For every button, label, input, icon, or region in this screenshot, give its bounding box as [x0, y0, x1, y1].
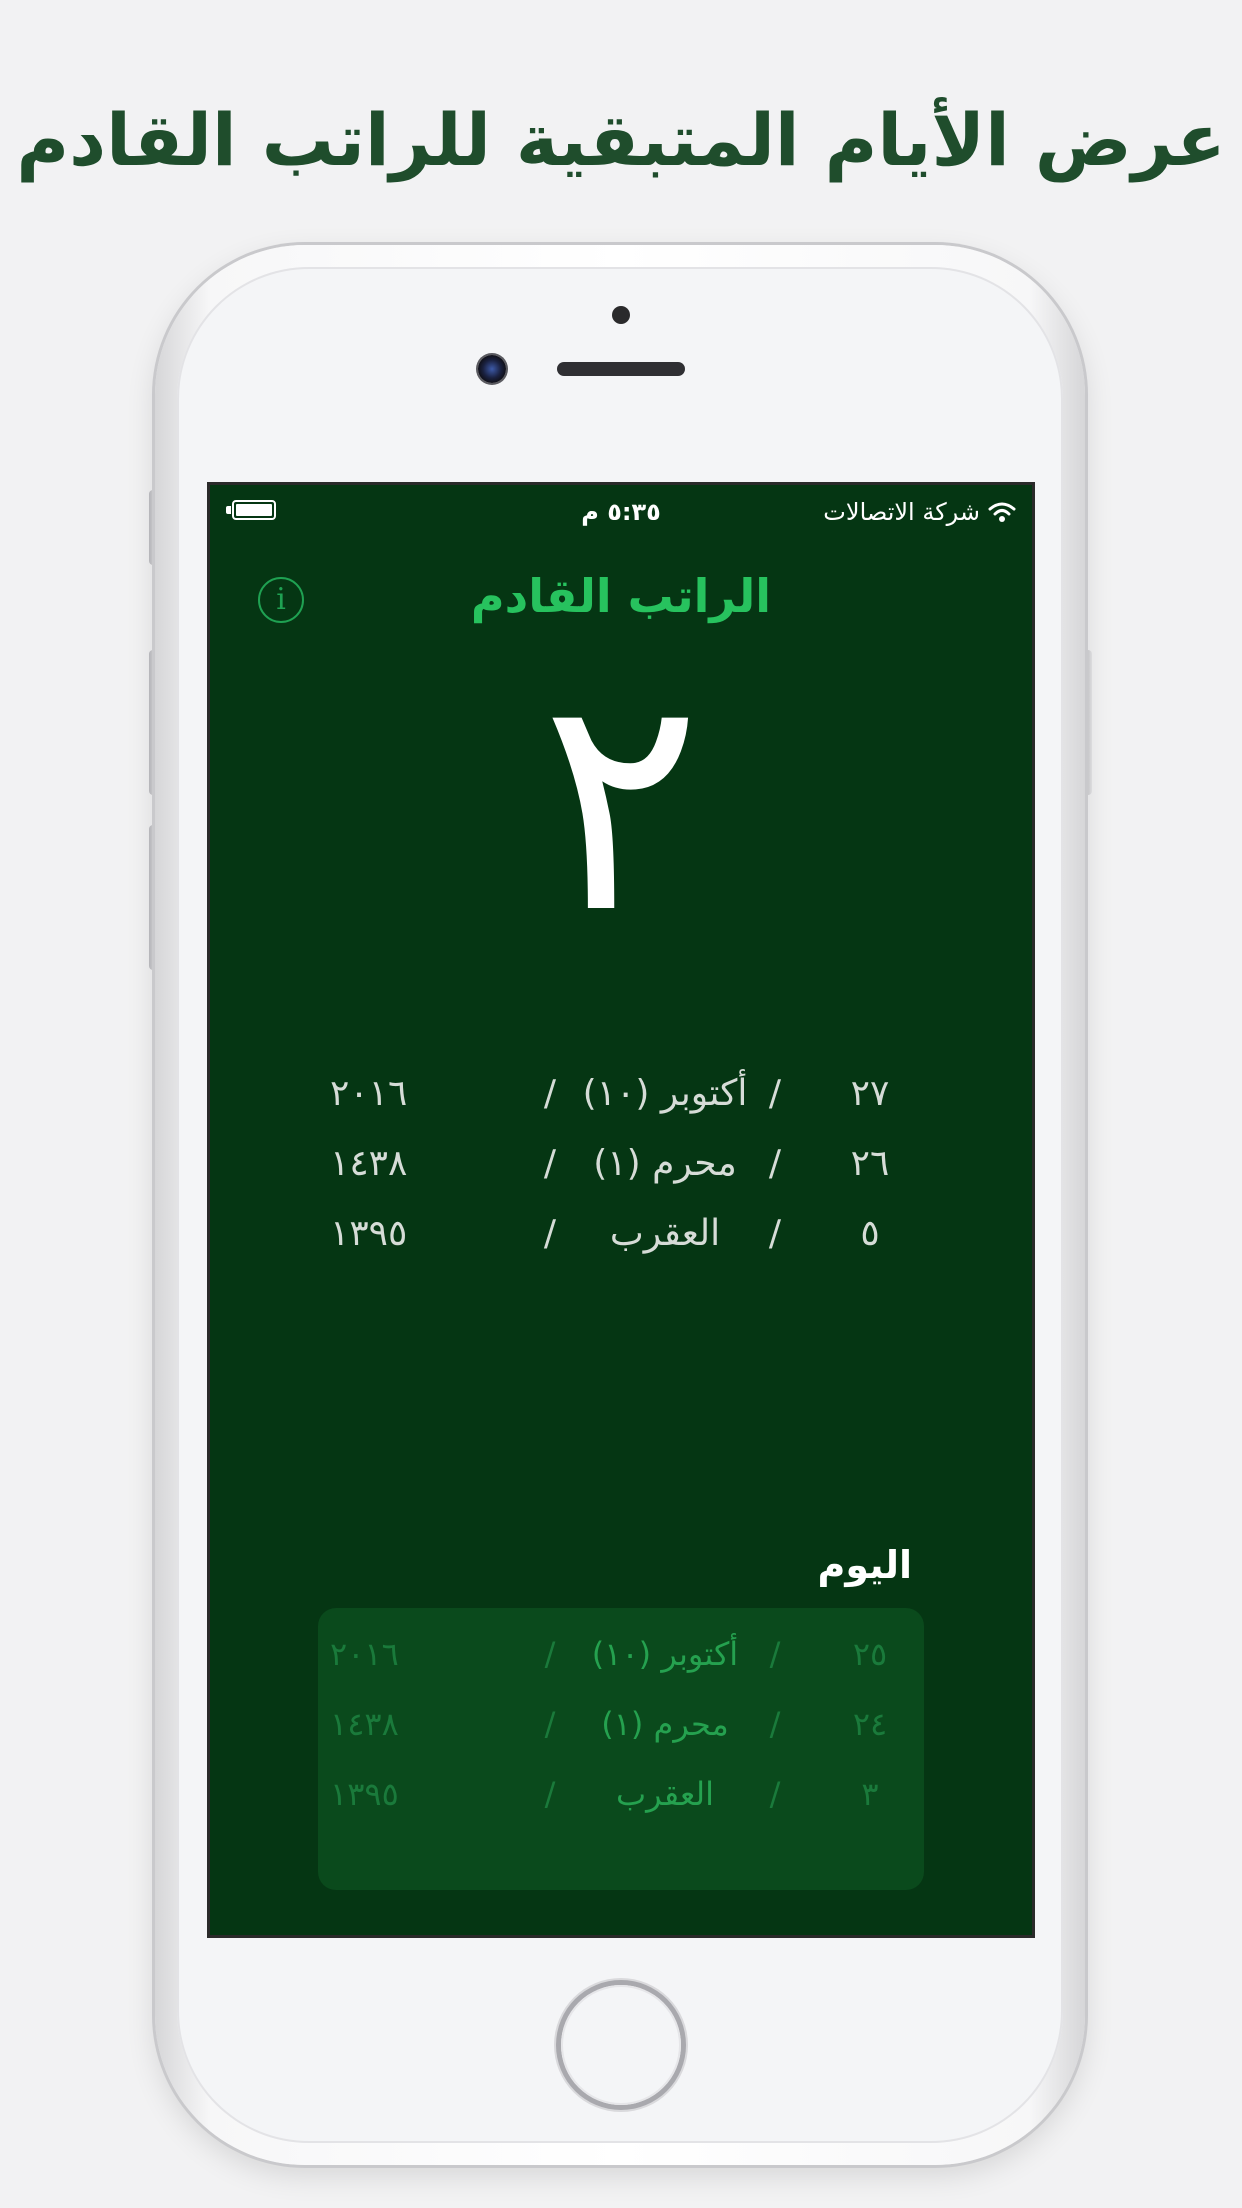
- year-value: ١٤٣٨: [330, 1143, 408, 1184]
- gregorian-row: ٢٠١٦ / أكتوبر (١٠) / ٢٥: [330, 1635, 930, 1705]
- status-time: ٥:٣٥ م: [581, 498, 661, 526]
- month-value: محرم (١): [601, 1705, 729, 1743]
- hijri-row: ١٤٣٨ / محرم (١) / ٢٦: [330, 1143, 930, 1213]
- power-button: [1084, 650, 1092, 795]
- day-value: ٢٧: [850, 1073, 890, 1114]
- promo-headline: عرض الأيام المتبقية للراتب القادم: [16, 98, 1226, 182]
- month-value: محرم (١): [593, 1143, 737, 1184]
- date-separator: /: [768, 1213, 782, 1254]
- day-value: ٢٦: [850, 1143, 890, 1184]
- year-value: ١٤٣٨: [330, 1705, 399, 1743]
- year-value: ١٣٩٥: [330, 1775, 399, 1813]
- day-value: ٢٥: [852, 1635, 888, 1673]
- month-value: أكتوبر (١٠): [591, 1635, 739, 1673]
- year-value: ٢٠١٦: [330, 1635, 399, 1673]
- next-payday-dates: ٢٠١٦ / أكتوبر (١٠) / ٢٧ ١٤٣٨ / محرم (١) …: [330, 1073, 930, 1283]
- wifi-icon: [988, 502, 1016, 522]
- hijri-row: ١٤٣٨ / محرم (١) / ٢٤: [330, 1705, 930, 1775]
- year-value: ٢٠١٦: [330, 1073, 408, 1114]
- solar-hijri-row: ١٣٩٥ / العقرب / ٣: [330, 1775, 930, 1845]
- day-value: ٣: [861, 1775, 879, 1813]
- days-remaining: ٢: [540, 630, 702, 979]
- battery-tip: [226, 506, 231, 514]
- month-value: العقرب: [609, 1213, 721, 1254]
- date-separator: /: [768, 1143, 782, 1184]
- front-camera: [478, 355, 506, 383]
- month-value: أكتوبر (١٠): [582, 1073, 748, 1114]
- today-dates: ٢٠١٦ / أكتوبر (١٠) / ٢٥ ١٤٣٨ / محرم (١) …: [330, 1635, 930, 1845]
- gregorian-row: ٢٠١٦ / أكتوبر (١٠) / ٢٧: [330, 1073, 930, 1143]
- month-value: العقرب: [615, 1775, 715, 1813]
- earpiece-speaker: [557, 362, 685, 376]
- app-screen: ٥:٣٥ م شركة الاتصالات i الراتب القادم ٢ …: [210, 485, 1032, 1935]
- battery-icon: [232, 500, 276, 520]
- carrier-name: شركة الاتصالات: [823, 498, 980, 526]
- date-separator: /: [769, 1705, 781, 1743]
- solar-hijri-row: ١٣٩٥ / العقرب / ٥: [330, 1213, 930, 1283]
- proximity-sensor: [612, 306, 630, 324]
- screen-title: الراتب القادم: [470, 569, 772, 623]
- date-separator: /: [769, 1635, 781, 1673]
- home-button: [561, 1985, 681, 2105]
- day-value: ٢٤: [852, 1705, 888, 1743]
- battery-level: [236, 504, 272, 516]
- date-separator: /: [768, 1073, 782, 1114]
- carrier-group: شركة الاتصالات: [823, 498, 1016, 526]
- day-value: ٥: [860, 1213, 880, 1254]
- date-separator: /: [769, 1775, 781, 1813]
- today-label: اليوم: [817, 1543, 912, 1587]
- status-bar: ٥:٣٥ م شركة الاتصالات: [210, 485, 1032, 539]
- year-value: ١٣٩٥: [330, 1213, 408, 1254]
